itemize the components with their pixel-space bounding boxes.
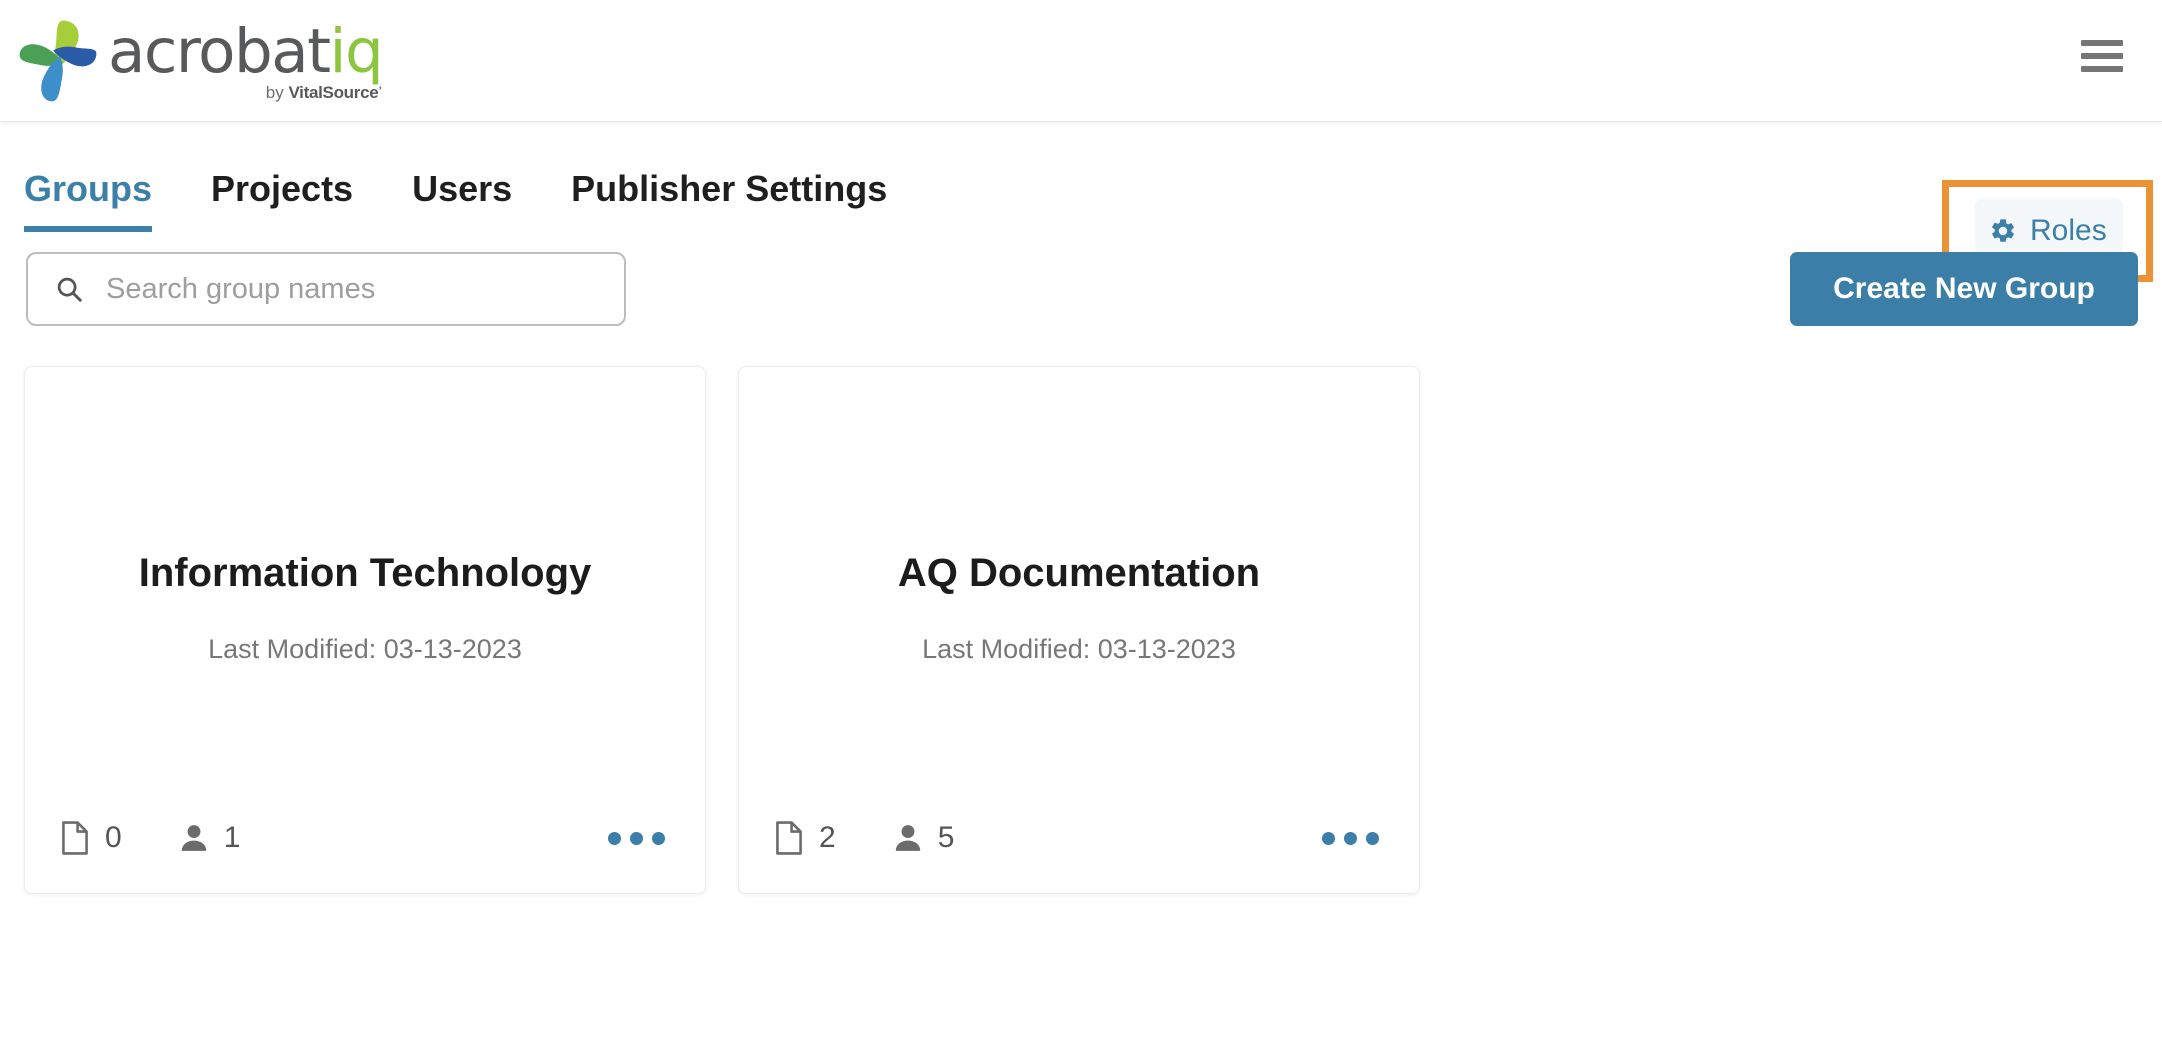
- byline-brand: VitalSource: [288, 82, 379, 102]
- group-card[interactable]: AQ Documentation Last Modified: 03-13-20…: [738, 366, 1420, 894]
- group-card-document-count: 2: [773, 820, 836, 856]
- hamburger-bar: [2081, 53, 2123, 59]
- ellipsis-menu-icon[interactable]: [1316, 822, 1385, 855]
- document-icon: [62, 821, 88, 855]
- tab-users[interactable]: Users: [412, 168, 547, 232]
- brand-wordmark-text: acrobatiq: [108, 20, 384, 83]
- ellipsis-dot: [1366, 831, 1379, 845]
- person-icon: [181, 825, 206, 851]
- document-count-value: 2: [819, 821, 836, 854]
- tab-publisher-settings[interactable]: Publisher Settings: [571, 168, 922, 232]
- ellipsis-dot: [1322, 831, 1335, 845]
- group-card-footer: 2 5: [739, 783, 1419, 893]
- member-count-value: 5: [937, 821, 955, 854]
- brand-wordmark-main: acrobat: [108, 15, 331, 87]
- page-root: acrobatiq by VitalSource’ Groups Project…: [0, 0, 2162, 1046]
- search-icon: [57, 277, 82, 302]
- tab-list: Groups Projects Users Publisher Settings: [24, 168, 922, 232]
- byline-prefix: by: [265, 82, 289, 102]
- brand-byline: by VitalSource’: [108, 82, 383, 102]
- group-card[interactable]: Information Technology Last Modified: 03…: [24, 366, 706, 894]
- create-new-group-button[interactable]: Create New Group: [1790, 252, 2138, 326]
- ellipsis-dot: [630, 831, 643, 845]
- document-count-value: 0: [105, 821, 122, 854]
- search-group-names-field[interactable]: [26, 252, 626, 326]
- main-nav-tabs: Groups Projects Users Publisher Settings: [0, 122, 2162, 232]
- acrobatiq-pinwheel-logo-icon: [19, 20, 97, 102]
- group-card-last-modified: Last Modified: 03-13-2023: [922, 634, 1236, 664]
- ellipsis-menu-icon[interactable]: [602, 822, 671, 855]
- group-card-title: AQ Documentation: [897, 551, 1261, 595]
- hamburger-bar: [2081, 66, 2123, 72]
- groups-card-grid: Information Technology Last Modified: 03…: [0, 366, 2162, 894]
- tab-projects[interactable]: Projects: [211, 168, 388, 232]
- group-card-title: Information Technology: [138, 551, 592, 595]
- tab-groups[interactable]: Groups: [24, 168, 187, 232]
- ellipsis-dot: [652, 831, 665, 845]
- member-count-value: 1: [223, 821, 241, 854]
- group-card-member-count: 5: [892, 820, 955, 856]
- brand-wordmark-accent: iq: [329, 15, 384, 87]
- group-card-member-count: 1: [178, 820, 241, 856]
- ellipsis-dot: [1344, 831, 1357, 845]
- person-icon: [895, 825, 920, 851]
- group-card-document-count: 0: [59, 820, 122, 856]
- hamburger-menu-icon[interactable]: [2081, 36, 2125, 76]
- groups-toolbar: Create New Group: [0, 232, 2162, 362]
- brand-logo[interactable]: acrobatiq by VitalSource’: [10, 2, 384, 120]
- byline-suffix: ’: [378, 82, 383, 102]
- ellipsis-dot: [608, 831, 621, 845]
- document-icon: [776, 821, 802, 855]
- group-card-last-modified: Last Modified: 03-13-2023: [208, 634, 522, 664]
- search-input[interactable]: [106, 272, 624, 306]
- group-card-footer: 0 1: [25, 783, 705, 893]
- brand-wordmark: acrobatiq by VitalSource’: [108, 13, 384, 109]
- hamburger-bar: [2081, 40, 2123, 46]
- app-header: acrobatiq by VitalSource’: [0, 0, 2162, 122]
